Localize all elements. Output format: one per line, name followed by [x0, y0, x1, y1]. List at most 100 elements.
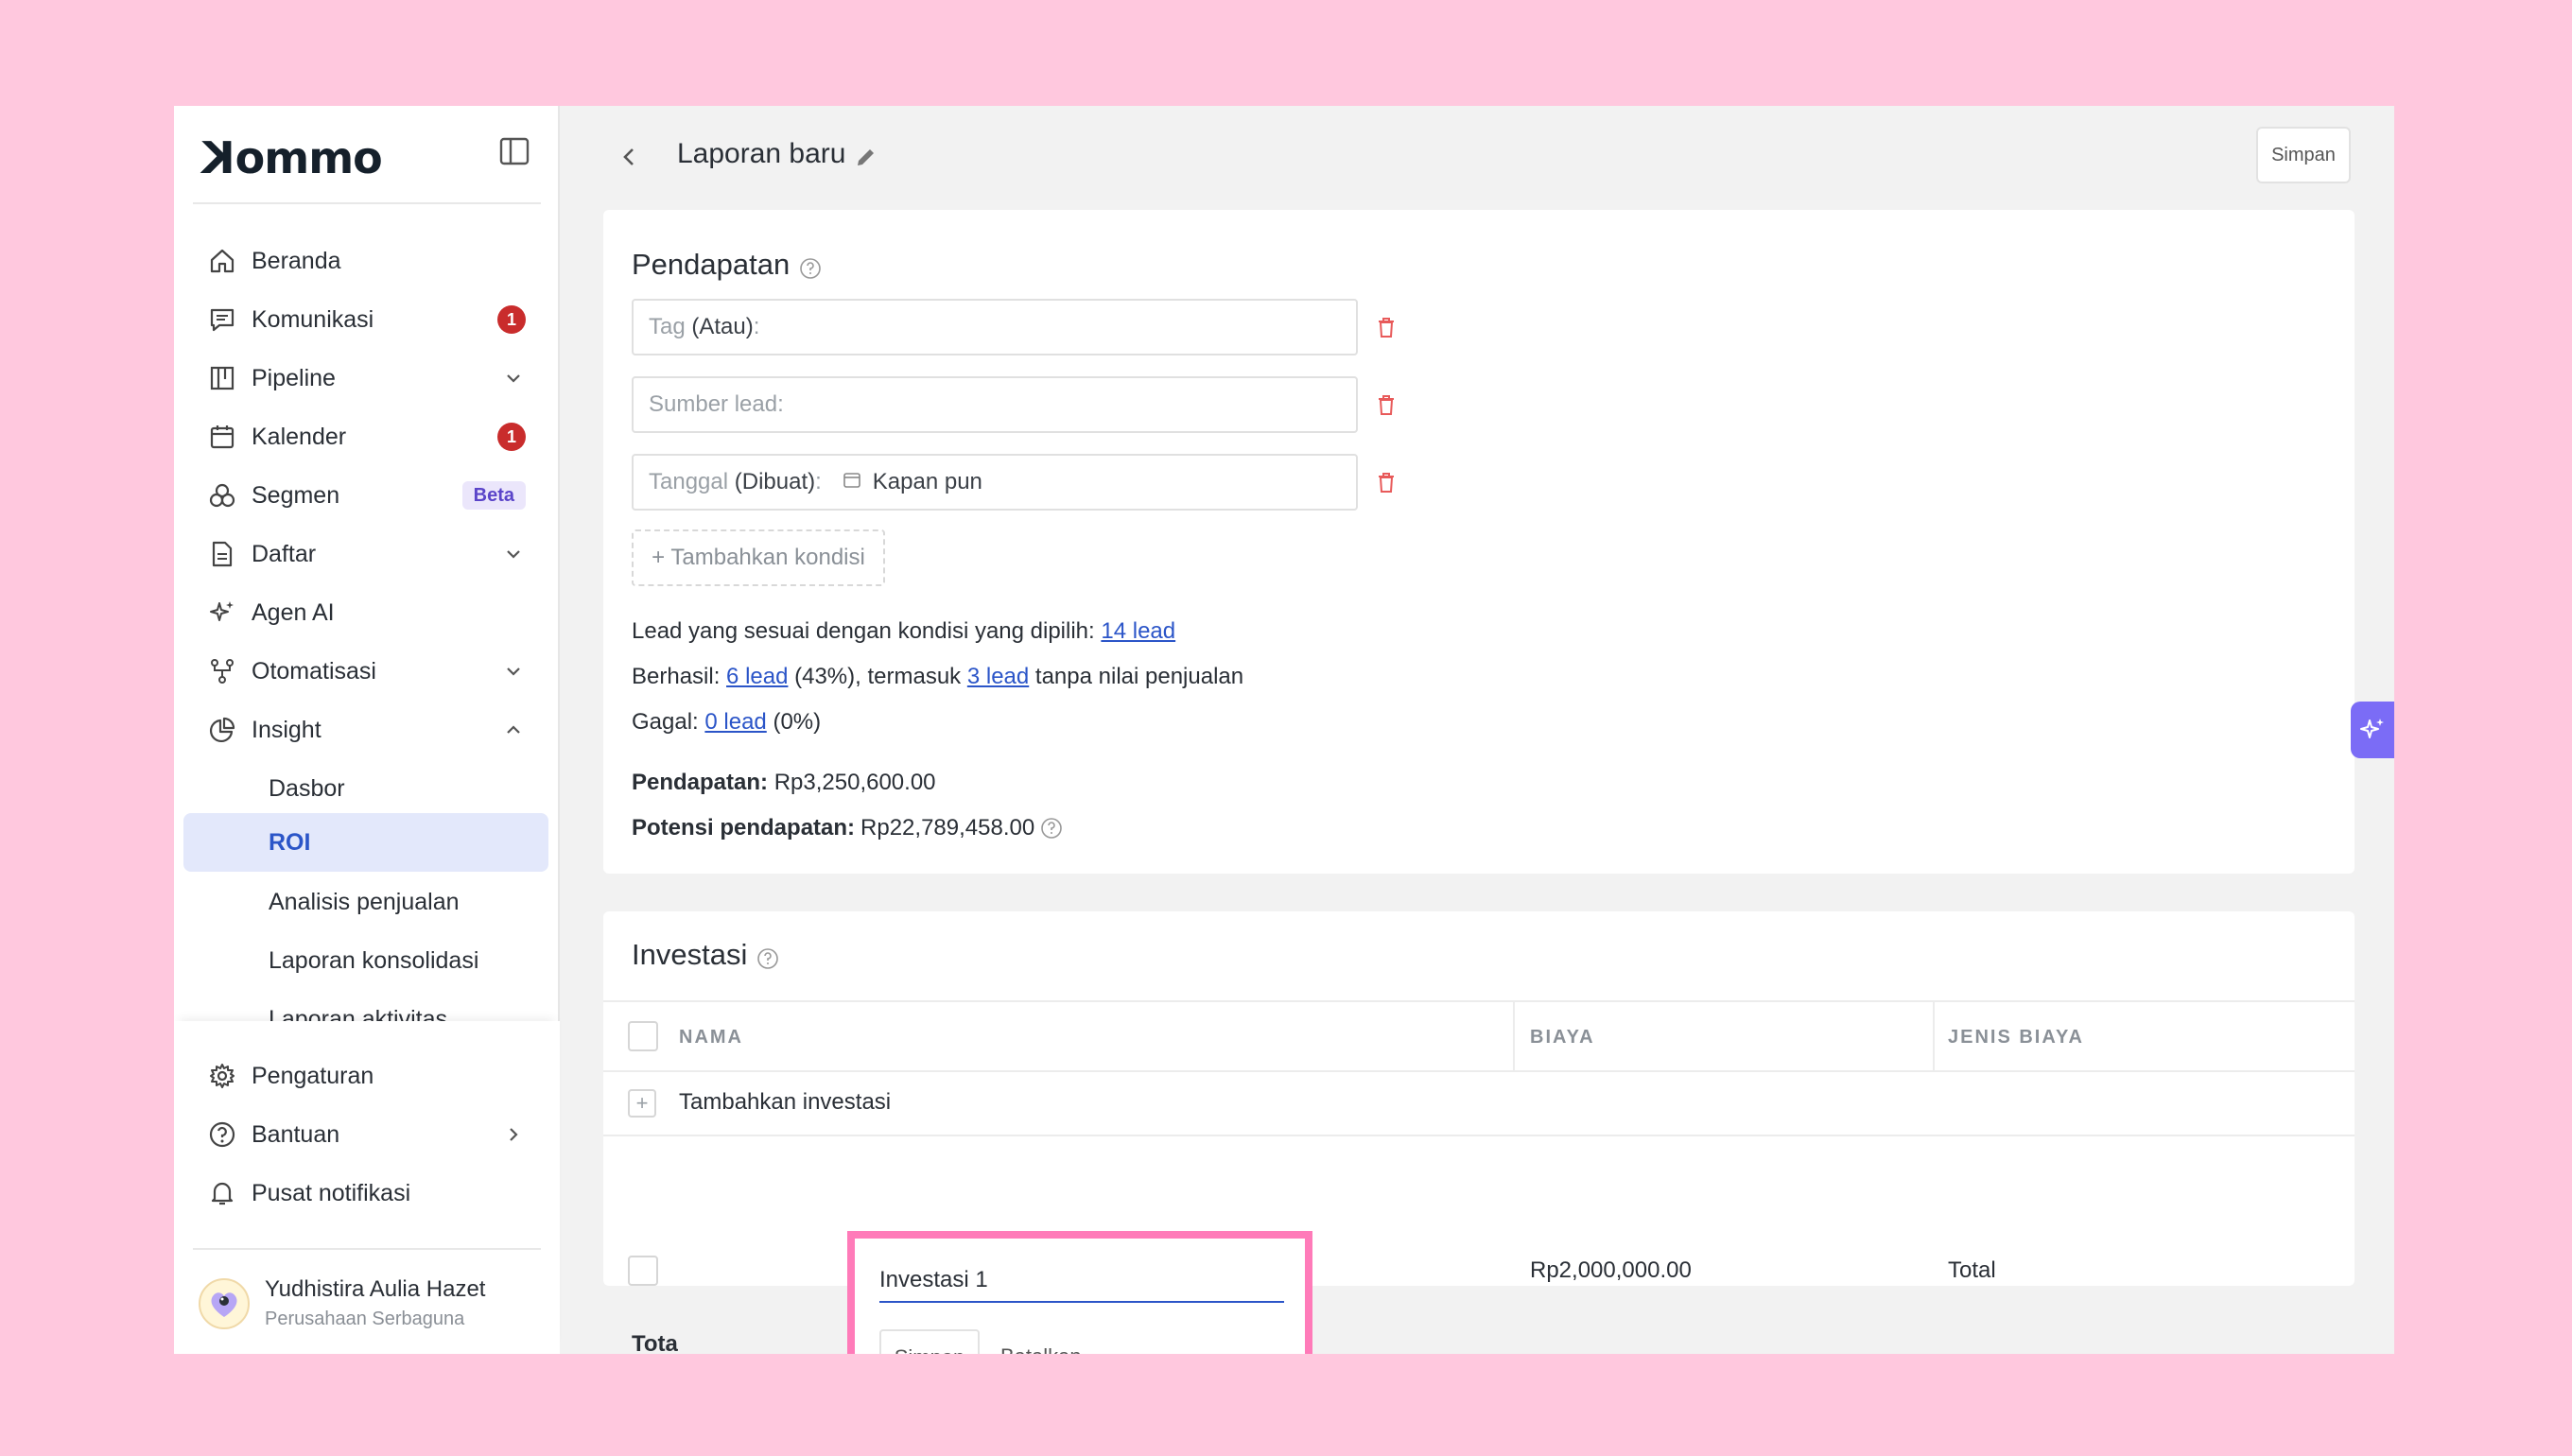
won-leads-line: Berhasil: 6 lead (43%), termasuk 3 lead …: [632, 664, 1243, 690]
date-filter[interactable]: Tanggal (Dibuat): Kapan pun: [632, 454, 1358, 511]
sidebar-collapse-icon[interactable]: [497, 134, 531, 168]
bell-icon: [206, 1177, 238, 1209]
sidebar-subitem-analisis-penjualan[interactable]: Analisis penjualan: [183, 875, 548, 928]
sidebar-subitem-dasbor[interactable]: Dasbor: [183, 762, 548, 815]
trash-icon[interactable]: [1373, 469, 1399, 495]
row-checkbox[interactable]: [628, 1256, 658, 1286]
sidebar-item-komunikasi[interactable]: Komunikasi 1: [183, 293, 548, 346]
investment-table-header: NAMA BIAYA JENIS BIAYA: [603, 1000, 2355, 1074]
sidebar-item-daftar[interactable]: Daftar: [183, 528, 548, 581]
trash-icon[interactable]: [1373, 314, 1399, 340]
chevron-up-icon[interactable]: [503, 719, 524, 740]
lost-leads-link[interactable]: 0 lead: [704, 709, 766, 735]
user-name: Yudhistira Aulia Hazet: [265, 1276, 486, 1302]
user-company: Perusahaan Serbaguna: [265, 1309, 465, 1329]
sidebar-item-label: Kalender: [252, 423, 347, 450]
avatar: [199, 1278, 250, 1329]
lost-percent: (0%): [773, 709, 822, 735]
lost-leads-line: Gagal: 0 lead (0%): [632, 709, 821, 736]
sparkle-icon: [206, 597, 238, 629]
sidebar-item-kalender[interactable]: Kalender 1: [183, 410, 548, 463]
ai-assistant-button[interactable]: [2351, 702, 2394, 758]
won-percent: (43%), termasuk: [794, 664, 962, 689]
save-report-button[interactable]: Simpan: [2256, 127, 2351, 183]
won-leads-link[interactable]: 6 lead: [726, 664, 788, 689]
sidebar-item-label: Otomatisasi: [252, 657, 376, 685]
matching-leads-link[interactable]: 14 lead: [1101, 618, 1175, 644]
date-filter-label: Tanggal: [649, 469, 729, 494]
chevron-down-icon[interactable]: [503, 368, 524, 389]
column-divider: [1513, 1002, 1515, 1074]
home-icon: [206, 245, 238, 277]
chevron-right-icon[interactable]: [503, 1124, 524, 1145]
tag-filter[interactable]: Tag (Atau):: [632, 299, 1358, 355]
chevron-down-icon[interactable]: [503, 544, 524, 564]
sidebar-subitem-label: Dasbor: [269, 774, 345, 802]
page-title[interactable]: Laporan baru: [677, 138, 845, 170]
lead-source-filter[interactable]: Sumber lead:: [632, 376, 1358, 433]
sidebar-divider: [193, 1248, 541, 1250]
sidebar-item-pengaturan[interactable]: Pengaturan: [183, 1049, 548, 1102]
investment-name-input[interactable]: [879, 1259, 1284, 1303]
select-all-checkbox[interactable]: [628, 1021, 658, 1051]
matching-leads-label: Lead yang sesuai dengan kondisi yang dip…: [632, 618, 1095, 644]
sidebar-item-label: Daftar: [252, 540, 317, 567]
automation-icon: [206, 655, 238, 687]
column-header-cost[interactable]: BIAYA: [1530, 1027, 1595, 1049]
sidebar-subitem-roi[interactable]: ROI: [183, 813, 548, 872]
editor-save-button[interactable]: Simpan: [879, 1329, 980, 1354]
sidebar-item-pusat-notifikasi[interactable]: Pusat notifikasi: [183, 1167, 548, 1220]
chevron-down-icon[interactable]: [503, 661, 524, 682]
date-filter-mode: (Dibuat): [734, 469, 816, 494]
won-no-value-link[interactable]: 3 lead: [967, 664, 1029, 689]
matching-leads-line: Lead yang sesuai dengan kondisi yang dip…: [632, 618, 1175, 645]
unread-badge: 1: [497, 305, 526, 334]
sidebar-item-otomatisasi[interactable]: Otomatisasi: [183, 645, 548, 698]
gear-icon: [206, 1060, 238, 1092]
segment-icon: [206, 479, 238, 511]
sidebar-item-segmen[interactable]: Segmen Beta: [183, 469, 548, 522]
pencil-icon[interactable]: [853, 144, 879, 170]
sidebar-item-label: Pusat notifikasi: [252, 1179, 411, 1206]
calendar-icon: [843, 469, 861, 495]
investment-type-cell: Total: [1948, 1257, 1996, 1283]
won-suffix: tanpa nilai penjualan: [1034, 664, 1244, 689]
revenue-title: Pendapatan: [632, 248, 822, 282]
column-header-cost-type[interactable]: JENIS BIAYA: [1948, 1027, 2084, 1049]
sidebar-item-label: Segmen: [252, 481, 340, 509]
sidebar-item-label: Insight: [252, 716, 322, 743]
sidebar-subitem-label: Analisis penjualan: [269, 888, 460, 915]
sidebar-subitem-laporan-konsolidasi[interactable]: Laporan konsolidasi: [183, 934, 548, 987]
sidebar-item-label: Pengaturan: [252, 1062, 374, 1089]
editor-cancel-button[interactable]: Batalkan: [1000, 1344, 1082, 1354]
add-condition-button[interactable]: + Tambahkan kondisi: [632, 529, 885, 586]
sidebar-subitem-label: Laporan konsolidasi: [269, 946, 479, 974]
help-circle-icon[interactable]: [1040, 817, 1063, 840]
back-arrow-icon[interactable]: [613, 140, 647, 174]
revenue-total-line: Pendapatan: Rp3,250,600.00: [632, 770, 936, 796]
sidebar-item-bantuan[interactable]: Bantuan: [183, 1108, 548, 1161]
add-investment-row[interactable]: + Tambahkan investasi: [603, 1072, 2355, 1136]
sidebar-divider: [193, 202, 541, 204]
unread-badge: 1: [497, 423, 526, 451]
column-header-name[interactable]: NAMA: [679, 1027, 743, 1049]
chat-icon: [206, 303, 238, 336]
pipeline-icon: [206, 362, 238, 394]
sidebar-item-beranda[interactable]: Beranda: [183, 234, 548, 287]
kommo-logo: Kommo: [202, 132, 383, 183]
help-circle-icon[interactable]: [799, 253, 822, 279]
sidebar-item-pipeline[interactable]: Pipeline: [183, 352, 548, 405]
sidebar-item-agen-ai[interactable]: Agen AI: [183, 586, 548, 639]
column-divider: [1933, 1002, 1935, 1074]
potential-revenue-line: Potensi pendapatan: Rp22,789,458.00: [632, 815, 1063, 841]
revenue-title-text: Pendapatan: [632, 248, 791, 281]
revenue-label: Pendapatan:: [632, 770, 769, 795]
sidebar-item-insight[interactable]: Insight: [183, 703, 548, 756]
tag-filter-mode: (Atau): [691, 314, 754, 339]
sidebar-subitem-label: ROI: [269, 828, 311, 856]
add-investment-label[interactable]: Tambahkan investasi: [679, 1089, 891, 1116]
trash-icon[interactable]: [1373, 391, 1399, 418]
plus-icon[interactable]: +: [628, 1089, 656, 1118]
help-circle-icon[interactable]: [756, 944, 779, 969]
user-profile[interactable]: Yudhistira Aulia Hazet Perusahaan Serbag…: [199, 1274, 548, 1337]
